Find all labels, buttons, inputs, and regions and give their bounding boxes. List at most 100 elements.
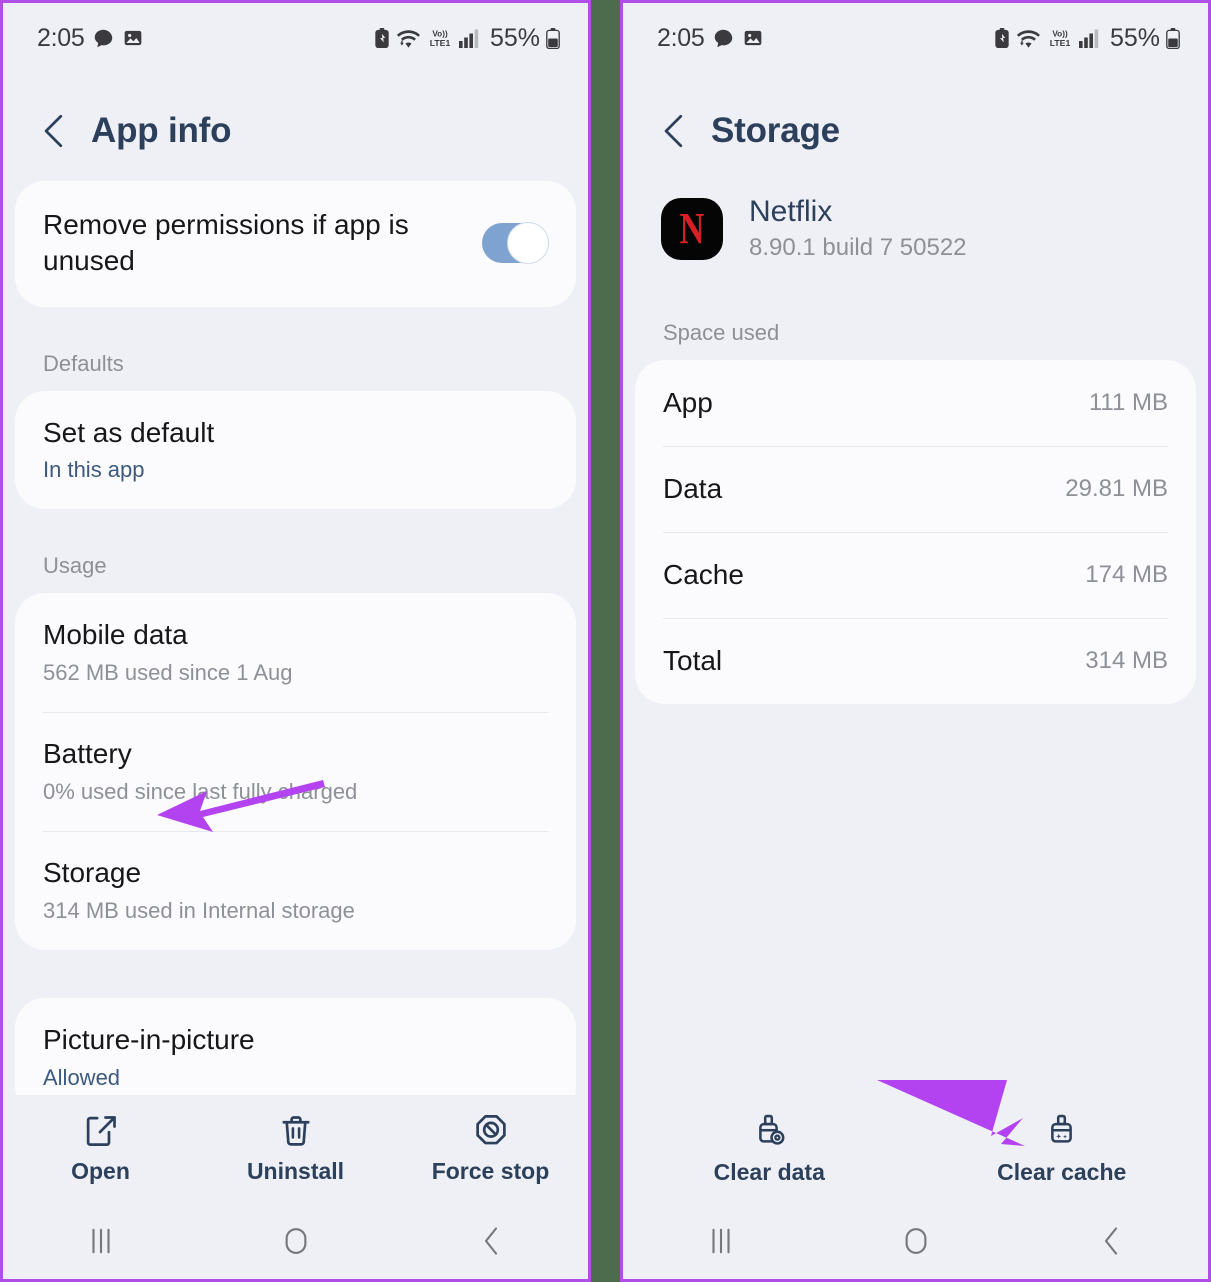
remove-permissions-row[interactable]: Remove permissions if app is unused <box>15 181 576 307</box>
volte-lte1-icon: Vo)) LTE1 <box>1047 27 1073 49</box>
battery-percent-label: 55% <box>489 23 540 52</box>
usage-row-battery[interactable]: Battery 0% used since last fully charged <box>15 712 576 831</box>
toggle-knob <box>507 221 549 264</box>
remove-permissions-label: Remove permissions if app is unused <box>43 209 409 276</box>
navigation-bar-left <box>3 1203 588 1279</box>
back-button[interactable] <box>1013 1226 1208 1256</box>
app-bar-right: Storage <box>623 73 1208 181</box>
space-value-total: 314 MB <box>1085 647 1168 674</box>
status-bar-left-group-2: 2:05 <box>657 24 763 53</box>
gallery-icon <box>743 28 763 48</box>
status-bar-clock: 2:05 <box>37 23 85 52</box>
back-chevron-icon[interactable] <box>659 114 689 148</box>
set-as-default-title: Set as default <box>43 416 215 448</box>
panel-divider <box>591 0 620 1282</box>
battery-level-icon <box>1166 27 1180 49</box>
set-as-default-subtitle: In this app <box>43 457 145 483</box>
clear-data-button[interactable]: Clear data <box>623 1112 916 1186</box>
mobile-data-subtitle: 562 MB used since 1 Aug <box>43 660 293 686</box>
home-button[interactable] <box>818 1226 1013 1256</box>
storage-title: Storage <box>43 857 142 889</box>
wifi-icon <box>1016 28 1041 49</box>
defaults-card[interactable]: Set as default In this app <box>15 390 576 510</box>
space-row-app: App 111 MB <box>635 360 1196 446</box>
recents-button[interactable] <box>3 1226 198 1256</box>
chat-bubble-icon <box>93 28 114 49</box>
clear-cache-button[interactable]: Clear cache <box>916 1112 1209 1186</box>
gallery-icon <box>123 28 143 48</box>
picture-in-picture-card[interactable]: Picture-in-picture Allowed <box>15 997 576 1095</box>
brush-clear-cache-icon <box>1043 1112 1081 1150</box>
svg-text:Vo)): Vo)) <box>432 29 448 38</box>
action-bar-left: Open Uninstall Force stop <box>3 1095 588 1203</box>
signal-bars-icon <box>458 29 481 48</box>
back-button[interactable] <box>393 1226 588 1256</box>
netflix-icon-letter: N <box>679 203 705 253</box>
app-header-text: Netflix 8.90.1 build 7 50522 <box>749 195 967 262</box>
screenshot-stage: 2:05 Vo)) LTE1 55% App info Remove permi… <box>0 0 1211 1282</box>
open-button[interactable]: Open <box>3 1113 198 1185</box>
usage-row-mobile-data[interactable]: Mobile data 562 MB used since 1 Aug <box>15 593 576 712</box>
open-button-label: Open <box>71 1158 130 1184</box>
space-value-cache: 174 MB <box>1085 561 1168 588</box>
usage-card[interactable]: Mobile data 562 MB used since 1 Aug Batt… <box>15 593 576 950</box>
space-key-total: Total <box>663 645 723 676</box>
app-header: N Netflix 8.90.1 build 7 50522 <box>635 181 1196 262</box>
status-bar-left: 2:05 Vo)) LTE1 55% <box>3 3 588 73</box>
space-key-cache: Cache <box>663 559 744 590</box>
defaults-group-label: Defaults <box>43 350 124 376</box>
page-title: App info <box>91 111 232 150</box>
usage-row-storage[interactable]: Storage 314 MB used in Internal storage <box>15 831 576 950</box>
space-row-cache: Cache 174 MB <box>635 532 1196 618</box>
battery-saver-icon <box>994 27 1010 49</box>
svg-text:LTE1: LTE1 <box>1050 38 1071 48</box>
space-value-app: 111 MB <box>1088 389 1168 416</box>
space-used-card: App 111 MB Data 29.81 MB Cache 174 MB To… <box>635 360 1196 704</box>
page-title: Storage <box>711 111 840 150</box>
space-used-group-label: Space used <box>663 320 780 345</box>
action-bar-right: Clear data Clear cache <box>623 1095 1208 1203</box>
chat-bubble-icon <box>713 28 734 49</box>
status-bar-right-group-2: Vo)) LTE1 55% <box>994 24 1180 53</box>
status-bar-clock-2: 2:05 <box>657 23 705 52</box>
app-bar-left: App info <box>3 73 588 181</box>
signal-bars-icon <box>1078 29 1101 48</box>
recents-button[interactable] <box>623 1226 818 1256</box>
netflix-app-icon: N <box>661 197 723 260</box>
back-chevron-icon[interactable] <box>39 114 69 148</box>
wifi-icon <box>396 28 421 49</box>
set-as-default-row[interactable]: Set as default In this app <box>15 391 576 510</box>
svg-text:Vo)): Vo)) <box>1052 29 1068 38</box>
app-info-scroll-body[interactable]: Remove permissions if app is unused Defa… <box>3 181 588 1095</box>
phone-screen-app-info: 2:05 Vo)) LTE1 55% App info Remove permi… <box>0 0 591 1282</box>
space-row-data: Data 29.81 MB <box>635 446 1196 532</box>
clear-cache-button-label: Clear cache <box>997 1159 1127 1185</box>
remove-permissions-toggle[interactable] <box>482 221 549 264</box>
pip-subtitle: Allowed <box>43 1064 121 1090</box>
home-button[interactable] <box>198 1226 393 1256</box>
status-bar-right: 2:05 Vo)) LTE1 55% <box>623 3 1208 73</box>
battery-percent-label-2: 55% <box>1109 23 1160 52</box>
force-stop-button-label: Force stop <box>431 1158 550 1184</box>
battery-saver-icon <box>374 27 390 49</box>
clear-data-button-label: Clear data <box>713 1159 825 1185</box>
status-bar-right-group: Vo)) LTE1 55% <box>374 24 560 53</box>
uninstall-button-label: Uninstall <box>246 1158 345 1184</box>
volte-lte1-icon: Vo)) LTE1 <box>427 27 453 49</box>
storage-subtitle: 314 MB used in Internal storage <box>43 897 355 923</box>
battery-title: Battery <box>43 738 132 770</box>
picture-in-picture-row[interactable]: Picture-in-picture Allowed <box>15 998 576 1095</box>
svg-text:LTE1: LTE1 <box>430 38 451 48</box>
trash-icon <box>278 1113 314 1149</box>
space-key-data: Data <box>663 473 723 504</box>
status-bar-left-group: 2:05 <box>37 24 143 53</box>
app-version-label: 8.90.1 build 7 50522 <box>749 234 967 261</box>
stop-octagon-icon <box>473 1113 509 1149</box>
remove-permissions-card[interactable]: Remove permissions if app is unused <box>15 181 576 307</box>
force-stop-button[interactable]: Force stop <box>393 1113 588 1185</box>
phone-screen-storage: 2:05 Vo)) LTE1 55% Storage N Netflix 8.9… <box>620 0 1211 1282</box>
space-key-app: App <box>663 387 713 418</box>
storage-scroll-body[interactable]: N Netflix 8.90.1 build 7 50522 Space use… <box>623 181 1208 1095</box>
uninstall-button[interactable]: Uninstall <box>198 1113 393 1185</box>
